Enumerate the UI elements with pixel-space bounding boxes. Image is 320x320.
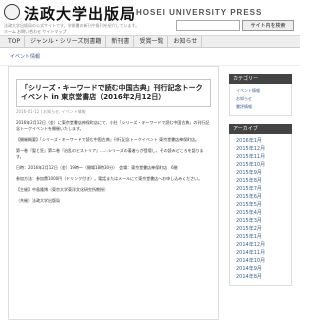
- category-list: イベント情報 お知らせ 書評情報: [229, 84, 292, 116]
- category-link[interactable]: 書評情報: [236, 103, 287, 111]
- article-meta: 2016-01-12 | お知らせ, イベント情報: [16, 109, 86, 114]
- site-logo-icon: [4, 4, 20, 20]
- article-panel: 「シリーズ・キーワードで読む中国古典」刊行記念トークイベント in 東京堂書店（…: [8, 66, 219, 320]
- article-title-box: 「シリーズ・キーワードで読む中国古典」刊行記念トークイベント in 東京堂書店（…: [16, 79, 211, 107]
- search-input[interactable]: [176, 20, 240, 31]
- site-header: 法政大学出版局 HOSEI UNIVERSITY PRESS 法政大学出版局の公…: [0, 0, 300, 36]
- archive-link[interactable]: 2015年12月: [236, 145, 287, 153]
- archive-link[interactable]: 2014年10月: [236, 257, 287, 265]
- breadcrumb[interactable]: イベント情報: [0, 48, 300, 66]
- archive-link[interactable]: 2014年8月: [236, 273, 287, 281]
- archive-link[interactable]: 2014年9月: [236, 265, 287, 273]
- category-link[interactable]: イベント情報: [236, 87, 287, 95]
- article-paragraph: 【主催】中島隆博（東京大学東洋文化研究所教授）: [16, 187, 108, 192]
- article-paragraph: 第一巻『聖と狂』第二巻『治乱のヒストリア』……シリーズの著者らが登壇し、その読み…: [16, 148, 204, 159]
- archive-link[interactable]: 2015年8月: [236, 177, 287, 185]
- archive-link[interactable]: 2015年7月: [236, 185, 287, 193]
- sidebar: カテゴリー イベント情報 お知らせ 書評情報 アーカイブ 2016年1月 201…: [229, 66, 292, 320]
- archive-link[interactable]: 2015年5月: [236, 201, 287, 209]
- site-logo-japanese[interactable]: 法政大学出版局: [24, 3, 136, 24]
- archive-link[interactable]: 2016年1月: [236, 137, 287, 145]
- archive-link[interactable]: 2015年11月: [236, 153, 287, 161]
- archive-link[interactable]: 2014年12月: [236, 241, 287, 249]
- archive-heading: アーカイブ: [229, 124, 292, 134]
- archive-link[interactable]: 2015年1月: [236, 233, 287, 241]
- article-paragraph: （共催）法政大学出版局: [16, 198, 60, 203]
- article-paragraph: 【開催概要】「シリーズ・キーワードで読む中国古典」刊行記念トークイベント 東京堂…: [16, 137, 200, 142]
- archive-link[interactable]: 2015年4月: [236, 209, 287, 217]
- archive-link[interactable]: 2015年10月: [236, 161, 287, 169]
- category-link[interactable]: お知らせ: [236, 95, 287, 103]
- article-title: 「シリーズ・キーワードで読む中国古典」刊行記念トークイベント in 東京堂書店（…: [21, 84, 203, 101]
- article-paragraph: 参加方法：参加費1000円（ドリンク付き）。電話またはメールにて東京堂書店へお申…: [16, 176, 203, 181]
- category-heading: カテゴリー: [229, 74, 292, 84]
- search-button[interactable]: サイト内を検索: [242, 20, 294, 31]
- archive-link[interactable]: 2015年3月: [236, 217, 287, 225]
- page-content: 「シリーズ・キーワードで読む中国古典」刊行記念トークイベント in 東京堂書店（…: [0, 66, 300, 320]
- article-paragraph: 日時：2016年2月12日（金）19時～（開場18時30分） 会場：東京堂書店神…: [16, 165, 178, 170]
- nav-genre-series-books[interactable]: ジャンル・シリーズ別書籍: [26, 36, 107, 47]
- main-navigation: TOP ジャンル・シリーズ別書籍 新刊書 受賞一覧 お知らせ: [0, 36, 300, 48]
- archive-link[interactable]: 2014年11月: [236, 249, 287, 257]
- nav-top[interactable]: TOP: [4, 36, 26, 47]
- nav-awards[interactable]: 受賞一覧: [135, 36, 169, 47]
- utility-links[interactable]: ホーム お問い合わせ サイトマップ: [4, 29, 66, 35]
- nav-news[interactable]: お知らせ: [169, 36, 203, 47]
- site-logo-english[interactable]: HOSEI UNIVERSITY PRESS: [136, 8, 262, 17]
- archive-link[interactable]: 2015年2月: [236, 225, 287, 233]
- nav-new-books[interactable]: 新刊書: [107, 36, 135, 47]
- archive-list: 2016年1月 2015年12月 2015年11月 2015年10月 2015年…: [229, 134, 292, 286]
- archive-link[interactable]: 2015年6月: [236, 193, 287, 201]
- article-paragraph: 2016年2月12日（金）に東京堂書店神保町店にて、小社「シリーズ・キーワードで…: [16, 120, 210, 131]
- archive-link[interactable]: 2015年9月: [236, 169, 287, 177]
